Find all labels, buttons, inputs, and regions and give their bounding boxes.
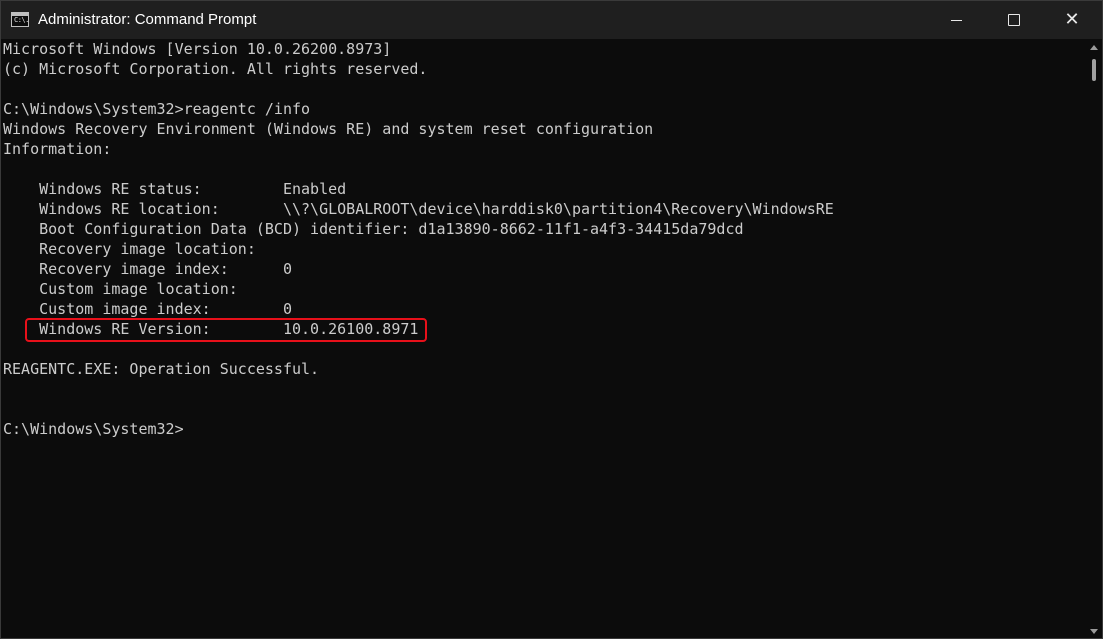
console-line: (c) Microsoft Corporation. All rights re… bbox=[3, 60, 428, 78]
console-output[interactable]: Microsoft Windows [Version 10.0.26200.89… bbox=[1, 39, 1086, 638]
operation-result-line: REAGENTC.EXE: Operation Successful. bbox=[3, 360, 320, 378]
cmd-icon: C:\. bbox=[11, 12, 29, 27]
bcd-identifier-line: Boot Configuration Data (BCD) identifier… bbox=[3, 220, 744, 238]
minimize-icon bbox=[950, 19, 962, 21]
close-button[interactable]: ✕ bbox=[1043, 1, 1101, 39]
minimize-button[interactable] bbox=[927, 1, 985, 39]
recovery-image-index-line: Recovery image index: 0 bbox=[3, 260, 292, 278]
maximize-icon bbox=[1008, 14, 1020, 26]
vertical-scrollbar[interactable] bbox=[1087, 39, 1101, 638]
cmd-icon-glyph: C:\. bbox=[14, 16, 29, 24]
console-line: Information: bbox=[3, 140, 112, 158]
console-command-line: C:\Windows\System32>reagentc /info bbox=[3, 100, 311, 118]
command-prompt-window: C:\. Administrator: Command Prompt ✕ Mic… bbox=[0, 0, 1103, 639]
scroll-down-icon[interactable] bbox=[1090, 629, 1098, 634]
scroll-up-icon[interactable] bbox=[1090, 45, 1098, 50]
console-prompt-line[interactable]: C:\Windows\System32> bbox=[3, 419, 184, 439]
scroll-thumb[interactable] bbox=[1092, 59, 1096, 81]
re-version-highlight-box bbox=[25, 318, 427, 342]
window-title: Administrator: Command Prompt bbox=[38, 11, 257, 28]
console-line: Windows Recovery Environment (Windows RE… bbox=[3, 120, 654, 138]
re-location-line: Windows RE location: \\?\GLOBALROOT\devi… bbox=[3, 200, 834, 218]
close-icon: ✕ bbox=[1064, 9, 1080, 30]
recovery-image-location-line: Recovery image location: bbox=[3, 240, 256, 258]
maximize-button[interactable] bbox=[985, 1, 1043, 39]
re-status-line: Windows RE status: Enabled bbox=[3, 180, 347, 198]
custom-image-index-line: Custom image index: 0 bbox=[3, 300, 292, 318]
custom-image-location-line: Custom image location: bbox=[3, 280, 238, 298]
console-line: Microsoft Windows [Version 10.0.26200.89… bbox=[3, 40, 392, 58]
title-bar[interactable]: C:\. Administrator: Command Prompt ✕ bbox=[1, 1, 1102, 39]
